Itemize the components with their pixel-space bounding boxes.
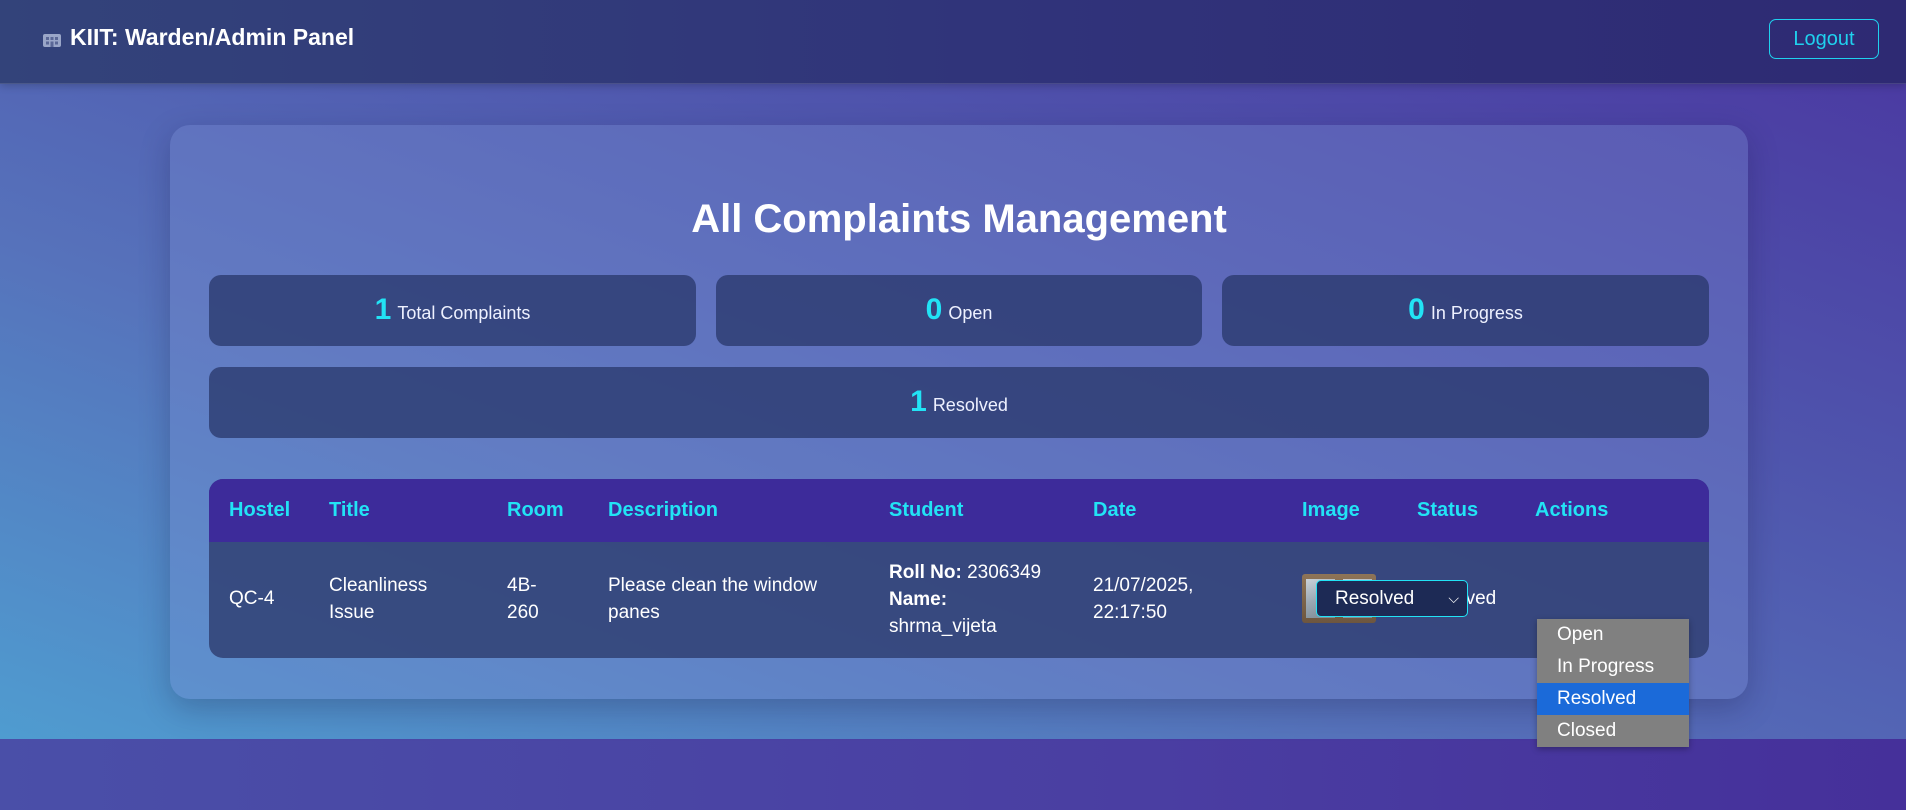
stat-total-complaints: 1 Total Complaints bbox=[209, 275, 696, 346]
logout-button[interactable]: Logout bbox=[1769, 19, 1879, 59]
stat-value: 1 bbox=[910, 385, 927, 418]
status-select-value: Resolved bbox=[1335, 587, 1415, 609]
page-title: All Complaints Management bbox=[691, 197, 1227, 241]
cell-room-line: 260 bbox=[507, 602, 539, 623]
table-header: Hostel Title Room Description Student Da… bbox=[209, 479, 1709, 542]
roll-label: Roll No: bbox=[889, 562, 962, 583]
option-open[interactable]: Open bbox=[1537, 619, 1689, 651]
column-header-description[interactable]: Description bbox=[608, 499, 718, 522]
cell-title-line: Issue bbox=[329, 602, 375, 623]
option-closed[interactable]: Closed bbox=[1537, 715, 1689, 747]
building-icon bbox=[43, 33, 61, 47]
footer-band bbox=[0, 739, 1906, 810]
stat-label: Total Complaints bbox=[397, 303, 531, 323]
option-resolved[interactable]: Resolved bbox=[1537, 683, 1689, 715]
cell-date-line: 22:17:50 bbox=[1093, 602, 1167, 623]
cell-date-line: 21/07/2025, bbox=[1093, 575, 1194, 596]
cell-title: Cleanliness Issue bbox=[329, 572, 427, 626]
student-roll: Roll No: 2306349 bbox=[889, 559, 1041, 586]
column-header-room[interactable]: Room bbox=[507, 499, 564, 522]
status-select[interactable]: Resolved ⌵ bbox=[1316, 580, 1468, 617]
cell-title-line: Cleanliness bbox=[329, 575, 428, 596]
cell-description-line: Please clean the window bbox=[608, 575, 818, 596]
cell-description-line: panes bbox=[608, 602, 660, 623]
top-navbar: KIIT: Warden/Admin Panel Logout bbox=[0, 0, 1906, 84]
column-header-image[interactable]: Image bbox=[1302, 499, 1360, 522]
stat-value: 0 bbox=[925, 293, 943, 326]
cell-hostel: QC-4 bbox=[229, 588, 275, 609]
brand: KIIT: Warden/Admin Panel bbox=[42, 24, 354, 51]
column-header-student[interactable]: Student bbox=[889, 499, 963, 522]
stat-label: In Progress bbox=[1430, 303, 1523, 323]
stat-resolved: 1 Resolved bbox=[209, 367, 1709, 438]
table-row: QC-4 Cleanliness Issue 4B- 260 Please cl… bbox=[209, 542, 1709, 658]
column-header-date[interactable]: Date bbox=[1093, 499, 1136, 522]
cell-room-line: 4B- bbox=[507, 575, 537, 596]
stat-open: 0 Open bbox=[716, 275, 1202, 346]
status-dropdown-menu: Open In Progress Resolved Closed bbox=[1537, 619, 1689, 747]
chevron-down-icon: ⌵ bbox=[1448, 590, 1459, 606]
cell-date: 21/07/2025, 22:17:50 bbox=[1093, 572, 1193, 626]
complaints-table: Hostel Title Room Description Student Da… bbox=[209, 479, 1709, 658]
cell-student: Roll No: 2306349 Name: shrma_vijeta bbox=[889, 559, 1041, 640]
roll-value: 2306349 bbox=[967, 562, 1042, 583]
column-header-title[interactable]: Title bbox=[329, 499, 370, 522]
column-header-actions[interactable]: Actions bbox=[1535, 499, 1608, 522]
column-header-status[interactable]: Status bbox=[1417, 499, 1478, 522]
student-name-value: shrma_vijeta bbox=[889, 616, 997, 637]
stat-value: 0 bbox=[1408, 293, 1425, 326]
option-in-progress[interactable]: In Progress bbox=[1537, 651, 1689, 683]
stat-in-progress: 0 In Progress bbox=[1222, 275, 1709, 346]
stat-value: 1 bbox=[374, 293, 392, 326]
cell-room: 4B- 260 bbox=[507, 572, 539, 626]
cell-description: Please clean the window panes bbox=[608, 572, 817, 626]
column-header-hostel[interactable]: Hostel bbox=[229, 499, 290, 522]
student-name-label: Name: bbox=[889, 586, 1041, 613]
brand-title: KIIT: Warden/Admin Panel bbox=[70, 24, 355, 50]
name-label: Name: bbox=[889, 589, 948, 610]
stat-label: Resolved bbox=[932, 395, 1008, 415]
complaints-card: All Complaints Management 1 Total Compla… bbox=[170, 125, 1748, 699]
stat-label: Open bbox=[948, 303, 993, 323]
